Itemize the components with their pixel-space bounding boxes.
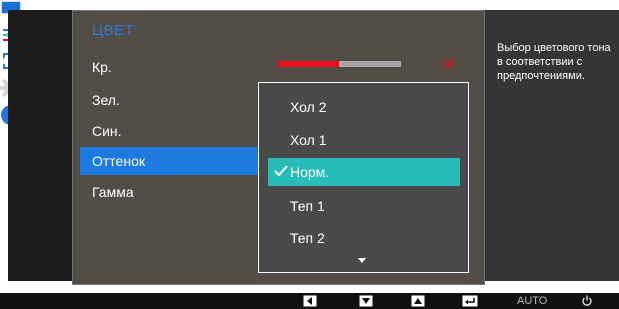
down-button[interactable] bbox=[358, 295, 374, 307]
chevron-down-icon[interactable] bbox=[358, 258, 366, 263]
enter-icon bbox=[462, 295, 478, 307]
red-slider[interactable] bbox=[277, 61, 401, 67]
auto-button[interactable]: AUTO bbox=[517, 295, 547, 307]
dropdown-option-normal[interactable]: Норм. bbox=[268, 158, 460, 186]
sidebar bbox=[8, 10, 72, 281]
left-arrow-icon bbox=[303, 295, 317, 307]
enter-button[interactable] bbox=[462, 295, 478, 307]
dropdown-option-warm1[interactable]: Теп 1 bbox=[268, 192, 460, 220]
menu-item-tone[interactable]: Оттенок bbox=[80, 147, 266, 175]
dropdown-option-cool2[interactable]: Хол 2 bbox=[268, 93, 460, 121]
checkmark-icon bbox=[274, 165, 288, 177]
dropdown-option-cool1[interactable]: Хол 1 bbox=[268, 126, 460, 154]
left-button[interactable] bbox=[302, 295, 318, 307]
menu-item-red[interactable]: Кр. bbox=[80, 53, 260, 81]
menu-item-green[interactable]: Зел. bbox=[80, 86, 260, 114]
dropdown-option-warm2[interactable]: Теп 2 bbox=[268, 224, 460, 252]
red-slider-value: 50 bbox=[440, 56, 455, 71]
help-text: Выбор цветового тона в соответствии с пр… bbox=[497, 42, 611, 82]
menu-item-label: Зел. bbox=[92, 92, 120, 108]
menu-item-gamma[interactable]: Гамма bbox=[80, 178, 260, 206]
option-label: Хол 1 bbox=[290, 132, 327, 148]
power-icon bbox=[582, 295, 592, 306]
up-arrow-icon bbox=[411, 295, 425, 307]
menu-item-label: Гамма bbox=[92, 184, 134, 200]
menu-item-label: Син. bbox=[92, 123, 122, 139]
option-label: Теп 2 bbox=[290, 230, 325, 246]
option-label: Норм. bbox=[290, 164, 330, 180]
option-label: Хол 2 bbox=[290, 99, 327, 115]
menu-item-label: Оттенок bbox=[92, 153, 145, 169]
up-button[interactable] bbox=[410, 295, 426, 307]
menu-item-blue[interactable]: Син. bbox=[80, 117, 260, 145]
option-label: Теп 1 bbox=[290, 198, 325, 214]
red-slider-fill bbox=[277, 61, 339, 67]
menu-title: ЦВЕТ bbox=[92, 22, 135, 39]
power-button[interactable] bbox=[579, 295, 595, 307]
menu-item-label: Кр. bbox=[92, 59, 112, 75]
down-arrow-icon bbox=[359, 295, 373, 307]
